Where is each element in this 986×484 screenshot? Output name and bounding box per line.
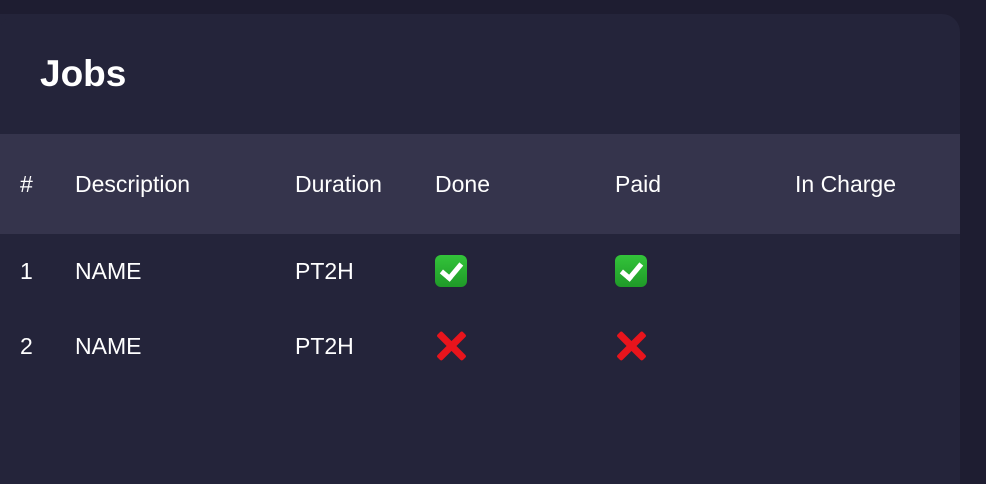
column-header-done: Done [435,170,490,197]
table-body: 1 NAME PT2H 2 NAME PT2H [0,234,960,384]
row-number: 2 [20,332,33,359]
check-mark-icon [615,255,647,287]
row-done [435,234,615,308]
column-header-description: Description [75,170,191,197]
row-paid [615,234,795,308]
row-in-charge [795,234,960,308]
header-row: # Description Duration Done Paid In Char… [0,134,960,234]
row-description: NAME [75,332,142,359]
row-paid [615,308,795,384]
check-mark-icon [435,255,467,287]
jobs-card: Jobs # Description Duration Done Paid In… [0,14,960,484]
cross-mark-icon [615,330,647,362]
table-header: # Description Duration Done Paid In Char… [0,134,960,234]
row-number: 1 [20,257,33,284]
column-header-number: # [20,170,33,197]
row-done [435,308,615,384]
cross-mark-icon [435,330,467,362]
row-in-charge [795,308,960,384]
page-title: Jobs [40,53,127,94]
column-header-paid: Paid [615,170,662,197]
row-duration: PT2H [295,257,354,284]
jobs-table: # Description Duration Done Paid In Char… [0,134,960,384]
row-duration: PT2H [295,332,354,359]
row-description: NAME [75,257,142,284]
column-header-in-charge: In Charge [795,170,897,197]
column-header-duration: Duration [295,170,382,197]
table-row: 1 NAME PT2H [0,234,960,308]
table-row: 2 NAME PT2H [0,308,960,384]
